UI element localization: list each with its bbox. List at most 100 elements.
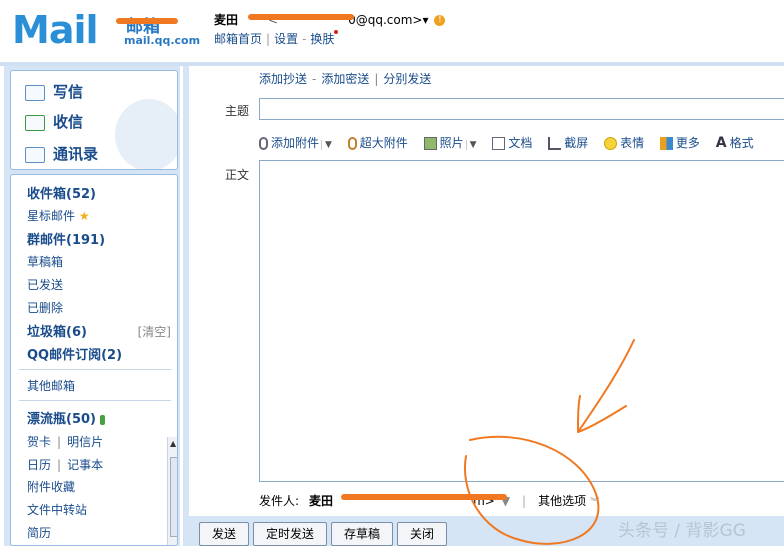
double-chevron-down-icon[interactable]: ︾ xyxy=(590,498,599,508)
recipient-options: 添加抄送 - 添加密送 | 分别发送 xyxy=(259,72,432,86)
other-options-link[interactable]: 其他选项 xyxy=(538,494,586,508)
penguin-watermark-icon xyxy=(115,99,177,169)
document-label: 文档 xyxy=(508,136,533,150)
format-label: 格式 xyxy=(729,136,754,150)
account-dropdown-icon[interactable]: ▾ xyxy=(422,13,428,27)
header: Mail 邮箱 mail.qq.com 麦田 <0@qq.com>▾! 邮箱首页 |… xyxy=(0,0,784,62)
chevron-down-icon[interactable]: ▼ xyxy=(321,140,332,150)
emoji-button[interactable]: 表情 xyxy=(604,134,644,151)
star-icon: ★ xyxy=(78,209,90,223)
resume-link[interactable]: 简历 xyxy=(27,524,51,541)
alert-icon[interactable]: ! xyxy=(434,15,446,26)
attachments-link[interactable]: 附件收藏 xyxy=(27,478,75,495)
large-attachment-label: 超大附件 xyxy=(359,136,408,150)
bottle-icon xyxy=(99,414,105,425)
screenshot-button[interactable]: 截屏 xyxy=(548,134,588,151)
add-cc-link[interactable]: 添加抄送 xyxy=(259,72,307,86)
sender-name: 麦田 xyxy=(309,494,334,508)
redaction-scribble xyxy=(116,18,178,24)
folder-drafts[interactable]: 草稿箱 xyxy=(27,253,63,270)
screenshot-label: 截屏 xyxy=(564,136,589,150)
grid-icon xyxy=(659,137,673,150)
postcard-link[interactable]: 明信片 xyxy=(67,435,103,449)
format-a-icon: A xyxy=(715,135,727,151)
document-button[interactable]: 文档 xyxy=(492,134,532,151)
nav-skin[interactable]: 换肤 xyxy=(310,32,334,46)
logo-domain: mail.qq.com xyxy=(124,34,201,47)
add-attachment-button[interactable]: 添加附件 ▼ xyxy=(259,134,332,151)
folder-starred[interactable]: 星标邮件 ★ xyxy=(27,207,90,224)
sidebar: 写信 收信 通讯录 收件箱(52) 星标邮件 ★ 群邮件(191) 草稿箱 已发… xyxy=(4,66,180,546)
nav-settings[interactable]: 设置 xyxy=(274,32,298,46)
drift-bottle[interactable]: 漂流瓶(50) xyxy=(27,408,105,427)
scroll-up-icon[interactable]: ▲ xyxy=(170,439,176,448)
folder-starred-label: 星标邮件 xyxy=(27,209,76,223)
redaction-scribble xyxy=(341,494,507,500)
sidebar-scrollbar[interactable]: ▲ xyxy=(167,437,177,545)
folder-list: 收件箱(52) 星标邮件 ★ 群邮件(191) 草稿箱 已发送 已删除 垃圾箱(… xyxy=(10,174,178,546)
screenshot-icon xyxy=(548,137,562,150)
document-icon xyxy=(492,137,506,150)
smiley-icon xyxy=(604,137,618,150)
folder-spam[interactable]: 垃圾箱(6) xyxy=(27,321,87,340)
subject-input[interactable] xyxy=(259,98,784,120)
body-label: 正文 xyxy=(225,168,250,182)
folder-inbox[interactable]: 收件箱(52) xyxy=(27,183,96,202)
photo-button[interactable]: 照片 ▼ xyxy=(423,134,477,151)
watermark: 头条号 / 背影GG xyxy=(618,521,746,541)
more-label: 更多 xyxy=(675,136,700,150)
quick-actions: 写信 收信 通讯录 xyxy=(10,70,178,170)
scheduled-send-button[interactable]: 定时发送 xyxy=(253,522,327,546)
user-email: 0@qq.com> xyxy=(348,13,423,27)
calendar-links: 日历 | 记事本 xyxy=(27,458,104,472)
paperclip-icon xyxy=(259,137,268,150)
card-link[interactable]: 贺卡 xyxy=(27,435,51,449)
format-button[interactable]: A 格式 xyxy=(716,134,754,151)
folder-sent[interactable]: 已发送 xyxy=(27,276,63,293)
drift-bottle-label: 漂流瓶(50) xyxy=(27,412,96,427)
header-nav: 邮箱首页 | 设置 - 换肤 xyxy=(214,30,339,47)
calendar-link[interactable]: 日历 xyxy=(27,458,51,472)
receive-link[interactable]: 收信 xyxy=(25,111,83,132)
qq-mail-logo[interactable]: Mail xyxy=(12,8,99,52)
contacts-icon xyxy=(25,146,45,163)
redaction-scribble xyxy=(248,14,354,20)
compose-link[interactable]: 写信 xyxy=(25,81,83,102)
new-dot-icon xyxy=(334,30,339,34)
chevron-down-icon[interactable]: ▼ xyxy=(465,140,477,150)
receive-label: 收信 xyxy=(53,113,84,131)
large-attachment-button[interactable]: 超大附件 xyxy=(347,134,408,151)
nav-mail-home[interactable]: 邮箱首页 xyxy=(214,32,262,46)
contacts-label: 通讯录 xyxy=(53,145,99,163)
divider xyxy=(19,400,171,401)
contacts-link[interactable]: 通讯录 xyxy=(25,143,98,164)
close-button[interactable]: 关闭 xyxy=(397,522,447,546)
other-mailboxes[interactable]: 其他邮箱 xyxy=(27,377,75,394)
send-button[interactable]: 发送 xyxy=(199,522,249,546)
save-draft-button[interactable]: 存草稿 xyxy=(331,522,393,546)
pen-icon xyxy=(25,84,45,101)
body-editor[interactable] xyxy=(259,160,784,482)
spam-clear-link[interactable]: [清空] xyxy=(138,323,171,340)
more-button[interactable]: 更多 xyxy=(659,134,700,151)
notes-link[interactable]: 记事本 xyxy=(67,458,103,472)
inbox-icon xyxy=(25,114,45,131)
file-transfer-link[interactable]: 文件中转站 xyxy=(27,501,87,518)
divider xyxy=(19,369,171,370)
folder-subscriptions[interactable]: QQ邮件订阅(2) xyxy=(27,344,122,363)
paperclip-large-icon xyxy=(347,137,357,150)
photo-icon xyxy=(423,137,437,150)
emoji-label: 表情 xyxy=(620,136,645,150)
add-bcc-link[interactable]: 添加密送 xyxy=(321,72,369,86)
folder-group[interactable]: 群邮件(191) xyxy=(27,229,105,248)
folder-deleted[interactable]: 已删除 xyxy=(27,299,63,316)
qq-mail-compose-window: Mail 邮箱 mail.qq.com 麦田 <0@qq.com>▾! 邮箱首页 |… xyxy=(0,0,784,546)
compose-panel: 添加抄送 - 添加密送 | 分别发送 主题 添加附件 ▼ 超大附件 照片 ▼ 文档 截屏 表… xyxy=(183,66,784,546)
separate-send-link[interactable]: 分别发送 xyxy=(383,72,431,86)
editor-toolbar: 添加附件 ▼ 超大附件 照片 ▼ 文档 截屏 表情 更多 A 格式 xyxy=(259,134,766,151)
photo-label: 照片 xyxy=(439,136,464,150)
subject-label: 主题 xyxy=(225,104,250,118)
user-name: 麦田 xyxy=(214,13,239,27)
card-links: 贺卡 | 明信片 xyxy=(27,435,104,449)
scroll-thumb[interactable] xyxy=(170,457,177,537)
